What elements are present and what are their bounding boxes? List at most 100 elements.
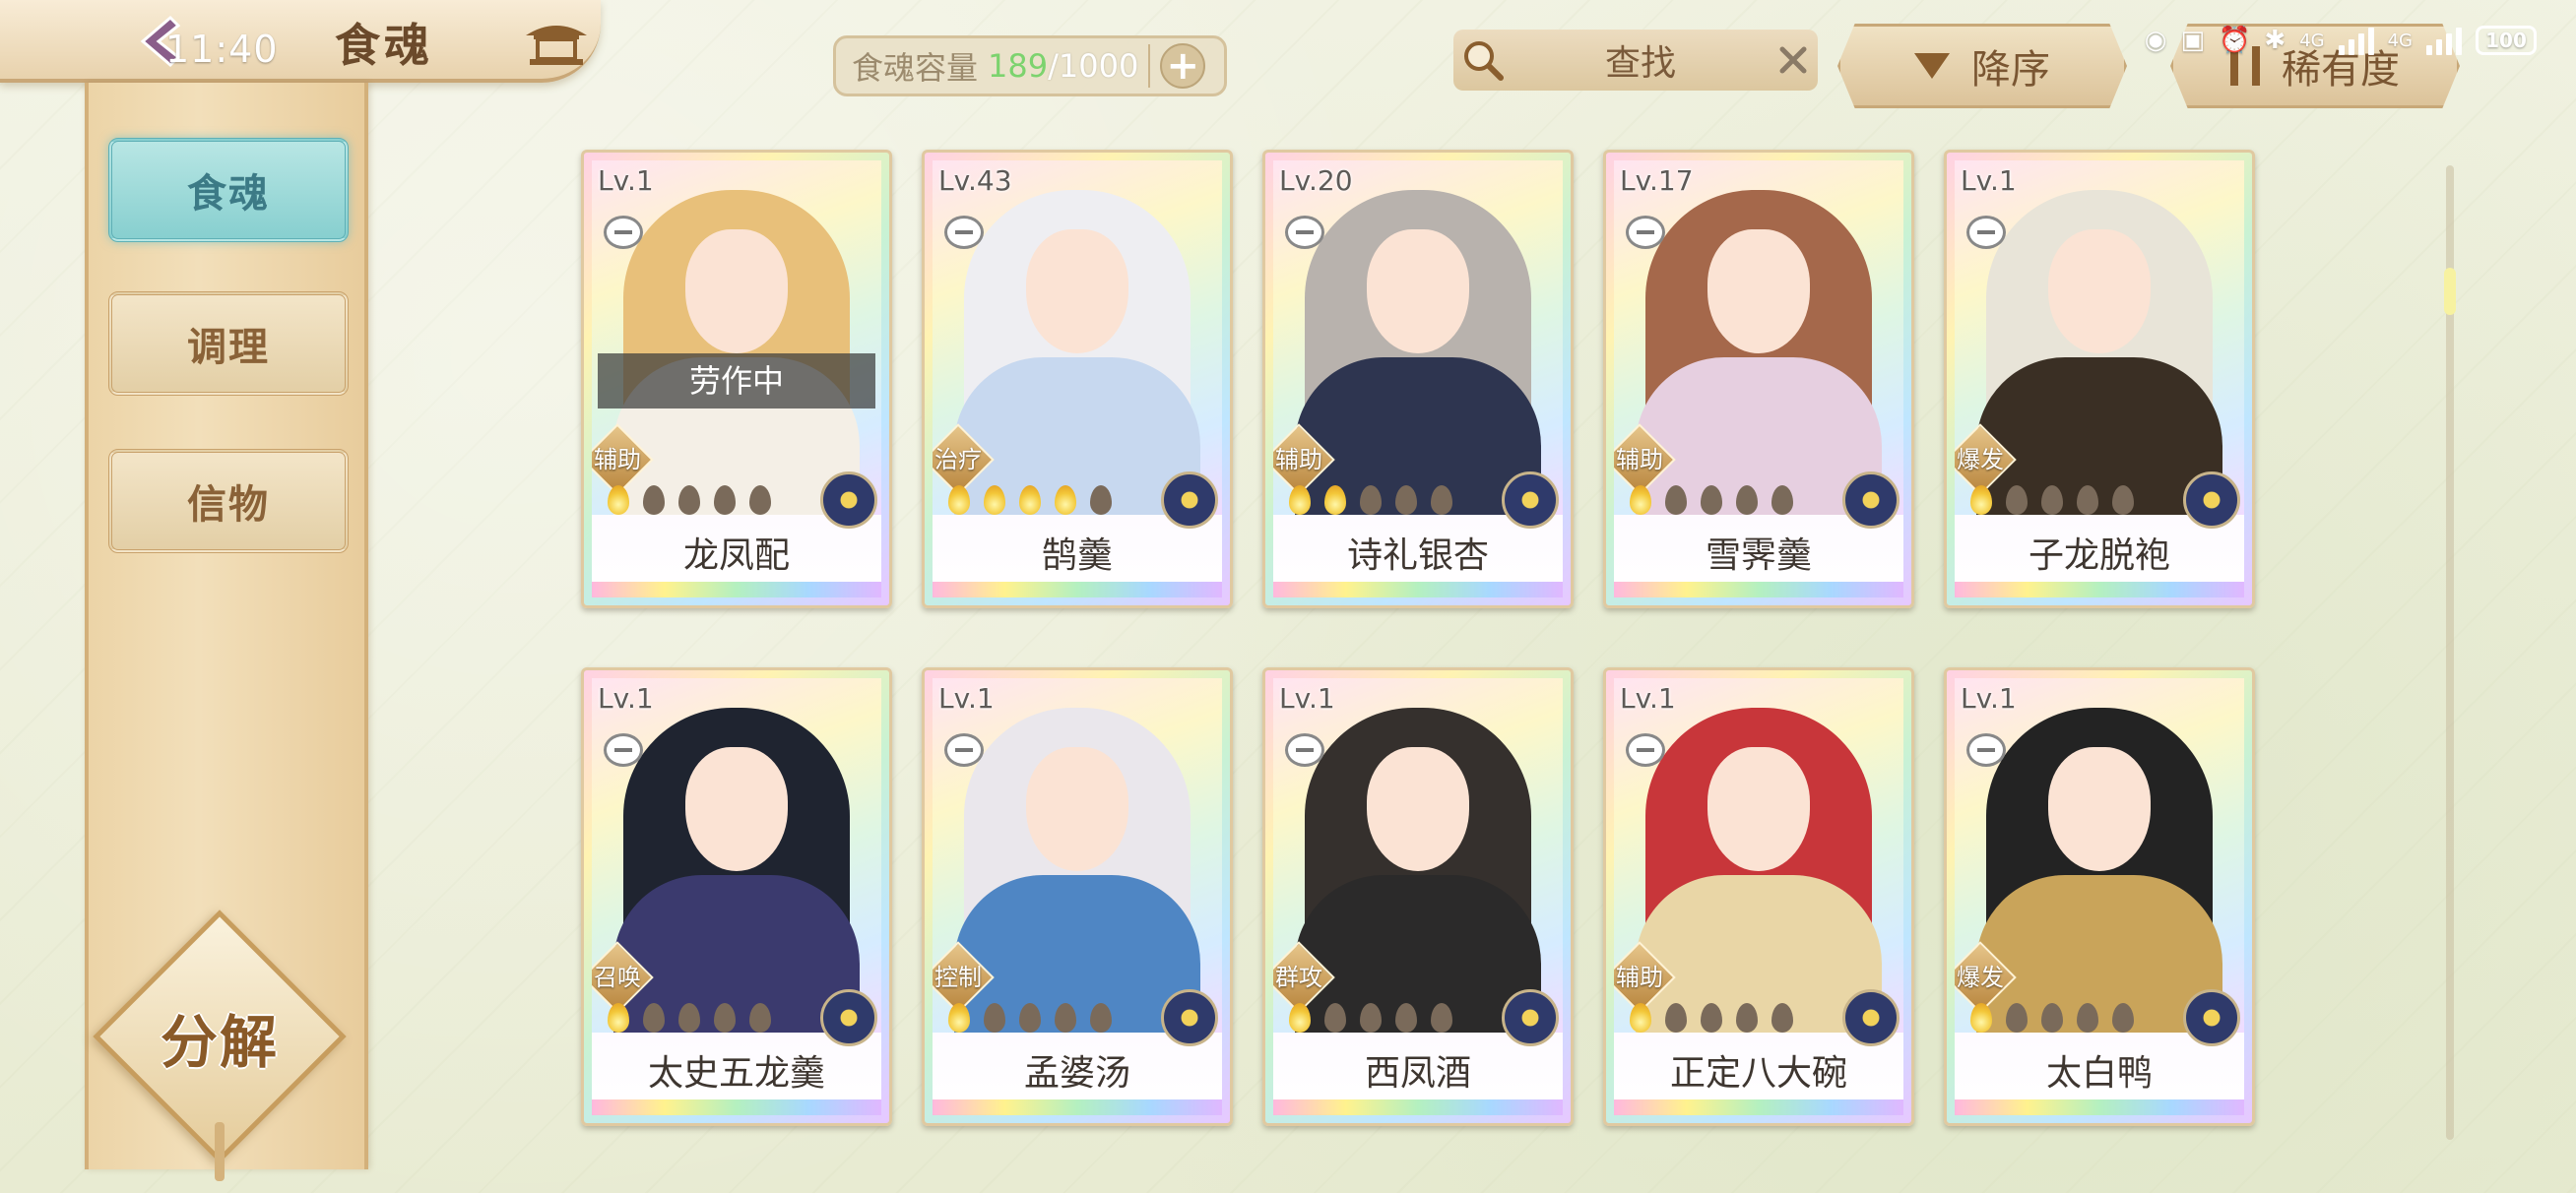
clear-search-icon[interactable]	[1769, 35, 1818, 85]
flame-unlit-icon	[2000, 999, 2033, 1035]
flame-unlit-icon	[1389, 999, 1423, 1035]
portrait-face	[2048, 229, 2151, 353]
portrait-face	[2048, 747, 2151, 871]
tassel-decoration	[215, 1122, 225, 1181]
flame-unlit-icon	[1049, 999, 1082, 1035]
element-flower-icon	[1842, 471, 1900, 529]
tab-label: 调理	[187, 324, 270, 370]
star-rating	[942, 481, 1118, 517]
food-soul-card[interactable]: Lv.17 辅助 雪霁羹	[1603, 150, 1914, 608]
flame-lit-icon	[942, 481, 976, 517]
flame-unlit-icon	[1013, 999, 1047, 1035]
home-button[interactable]	[522, 16, 591, 69]
element-flower-icon	[820, 471, 877, 529]
food-soul-card[interactable]: Lv.1 召唤 太史五龙羹	[581, 667, 892, 1126]
status-working: 劳作中	[598, 353, 875, 408]
flame-unlit-icon	[1766, 481, 1799, 517]
lock-icon[interactable]	[604, 216, 643, 249]
star-rating	[1964, 999, 2140, 1035]
card-name: 诗礼银杏	[1346, 535, 1489, 576]
card-rarity-bar	[1273, 582, 1563, 597]
star-rating	[942, 999, 1118, 1035]
portrait-face	[1367, 229, 1469, 353]
card-name: 雪霁羹	[1705, 535, 1812, 576]
network-label-2: 4G	[2387, 30, 2413, 51]
title-plaque	[0, 0, 601, 83]
card-level: Lv.1	[1620, 682, 1676, 715]
lock-icon[interactable]	[1285, 733, 1324, 767]
food-soul-card[interactable]: Lv.1 群攻 西凤酒	[1262, 667, 1574, 1126]
star-rating	[1283, 481, 1458, 517]
portrait-face	[1367, 747, 1469, 871]
food-soul-card[interactable]: Lv.1 爆发 太白鸭	[1944, 667, 2255, 1126]
portrait-face	[1026, 747, 1128, 871]
card-rarity-bar	[1614, 1099, 1903, 1115]
portrait-face	[685, 747, 788, 871]
alarm-icon: ⏰	[2219, 26, 2251, 55]
capacity-label: 食魂容量	[852, 49, 979, 87]
element-flower-icon	[1502, 471, 1559, 529]
scrollbar[interactable]	[2444, 165, 2456, 1140]
tab-tokens[interactable]: 信物	[108, 449, 349, 553]
card-inner: Lv.1 控制 孟婆汤	[933, 678, 1222, 1115]
flame-unlit-icon	[743, 481, 777, 517]
lock-icon[interactable]	[604, 733, 643, 767]
flame-unlit-icon	[2035, 481, 2069, 517]
lock-icon[interactable]	[944, 216, 984, 249]
eye-icon: ◉	[2144, 26, 2167, 55]
bluetooth-icon: ✱	[2264, 26, 2286, 55]
decompose-label[interactable]: 分解	[130, 996, 309, 1079]
flame-unlit-icon	[1695, 481, 1728, 517]
tab-label: 食魂	[187, 170, 270, 217]
card-level: Lv.1	[938, 682, 995, 715]
food-soul-card[interactable]: Lv.1 控制 孟婆汤	[922, 667, 1233, 1126]
flame-lit-icon	[1624, 481, 1657, 517]
tab-food-souls[interactable]: 食魂	[108, 138, 349, 242]
flame-lit-icon	[1283, 481, 1317, 517]
sort-order-button[interactable]: 降序	[1837, 24, 2127, 108]
food-soul-card[interactable]: Lv.1 劳作中 辅助 龙凤配	[581, 150, 892, 608]
food-soul-card[interactable]: Lv.1 爆发 子龙脱袍	[1944, 150, 2255, 608]
flame-lit-icon	[602, 999, 635, 1035]
card-rarity-bar	[933, 582, 1222, 597]
lock-icon[interactable]	[944, 733, 984, 767]
flame-unlit-icon	[1730, 999, 1764, 1035]
card-level: Lv.1	[598, 682, 654, 715]
lock-icon[interactable]	[1626, 216, 1665, 249]
card-name: 孟婆汤	[1023, 1053, 1130, 1094]
flame-unlit-icon	[1319, 999, 1352, 1035]
signal-icon	[2338, 26, 2374, 55]
food-soul-card[interactable]: Lv.1 辅助 正定八大碗	[1603, 667, 1914, 1126]
page-title: 食魂	[335, 19, 433, 72]
lock-icon[interactable]	[1966, 733, 2006, 767]
flame-unlit-icon	[2071, 481, 2104, 517]
card-rarity-bar	[1614, 582, 1903, 597]
tab-conditioning[interactable]: 调理	[108, 291, 349, 396]
card-rarity-bar	[1955, 1099, 2244, 1115]
food-soul-card[interactable]: Lv.20 辅助 诗礼银杏	[1262, 150, 1574, 608]
lock-icon[interactable]	[1285, 216, 1324, 249]
capacity-divider	[1148, 44, 1151, 88]
flame-lit-icon	[602, 481, 635, 517]
search-label: 查找	[1604, 43, 1676, 84]
flame-unlit-icon	[978, 999, 1011, 1035]
portrait-face	[1707, 747, 1810, 871]
lock-icon[interactable]	[1626, 733, 1665, 767]
lock-icon[interactable]	[1966, 216, 2006, 249]
sort-order-label: 降序	[1971, 47, 2050, 93]
card-inner: Lv.1 爆发 太白鸭	[1955, 678, 2244, 1115]
search-box[interactable]: 查找	[1453, 30, 1818, 91]
star-rating	[602, 481, 777, 517]
food-soul-card[interactable]: Lv.43 治疗 鹄羹	[922, 150, 1233, 608]
expand-capacity-button[interactable]: +	[1160, 43, 1206, 89]
card-name: 太史五龙羹	[647, 1053, 825, 1094]
element-flower-icon	[1161, 471, 1218, 529]
scroll-thumb[interactable]	[2444, 268, 2456, 315]
card-inner: Lv.1 劳作中 辅助 龙凤配	[592, 160, 881, 597]
pavilion-icon	[526, 26, 587, 65]
flame-unlit-icon	[2106, 481, 2140, 517]
card-level: Lv.1	[598, 164, 654, 197]
sort-descending-icon	[1914, 53, 1950, 79]
flame-unlit-icon	[1389, 481, 1423, 517]
element-flower-icon	[1161, 989, 1218, 1046]
